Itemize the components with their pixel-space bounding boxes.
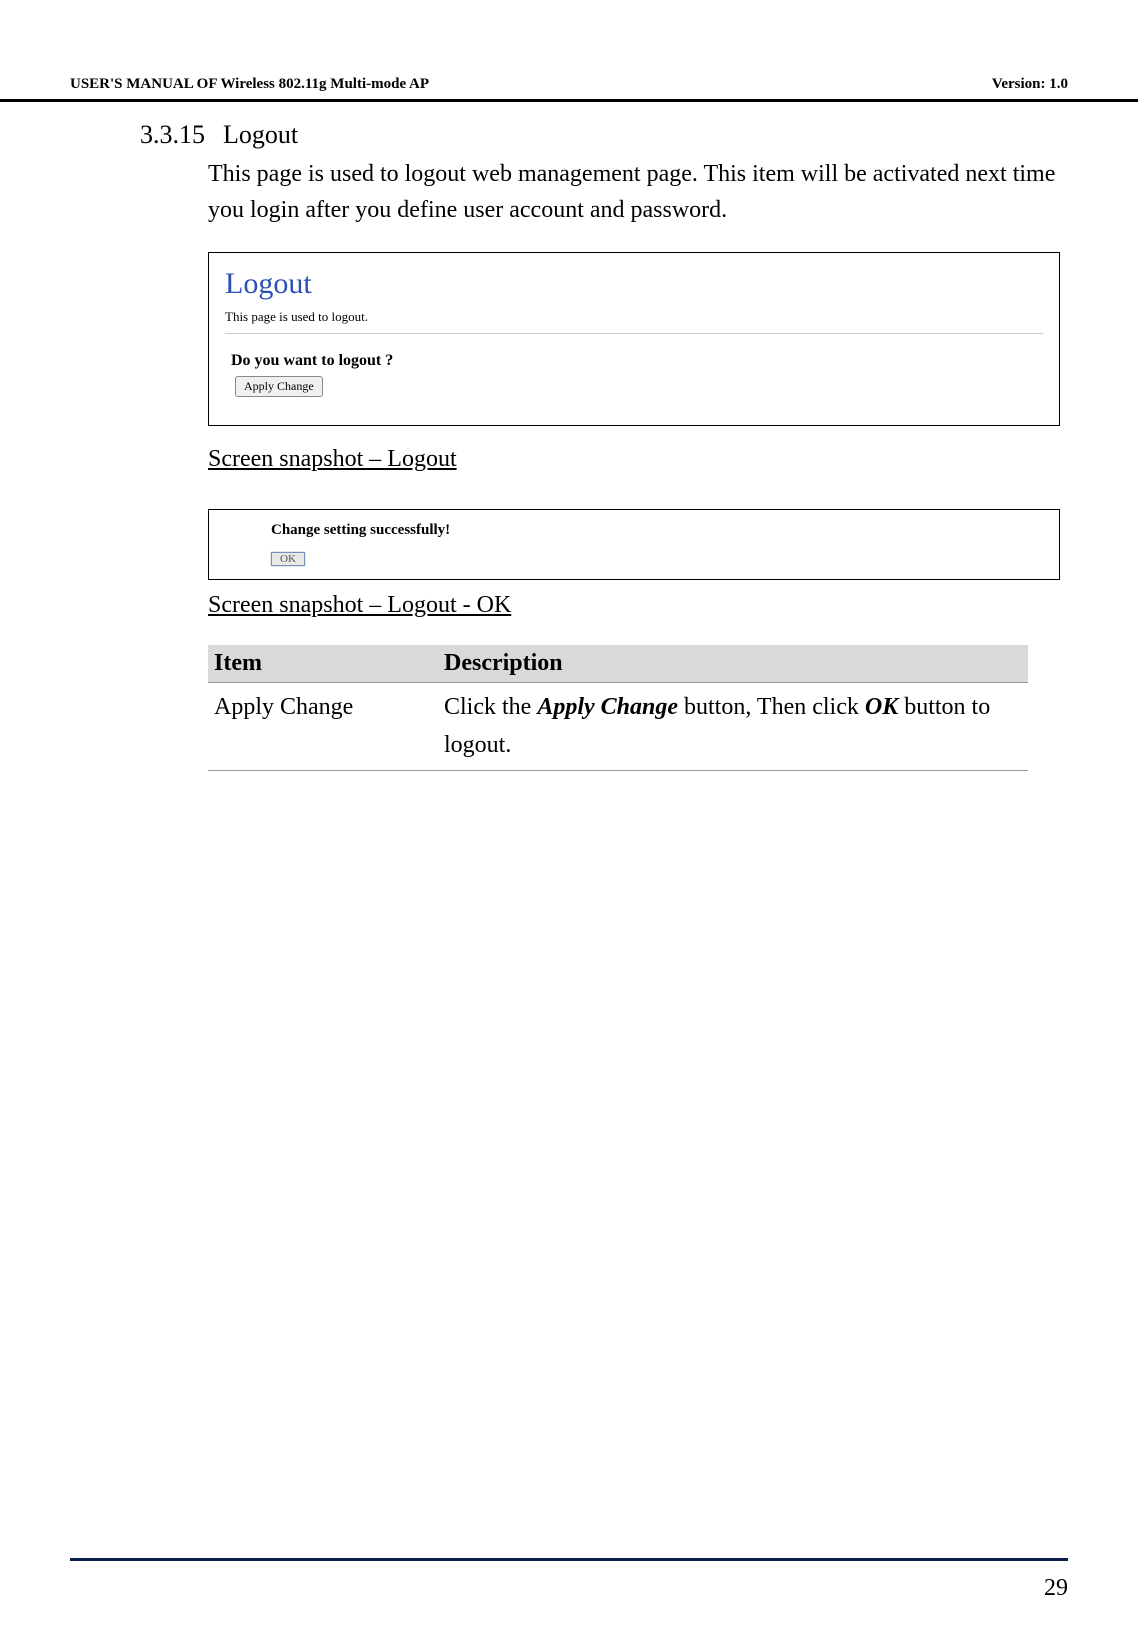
description-table: Item Description Apply Change Click the …: [208, 645, 1028, 771]
success-message: Change setting successfully!: [271, 522, 1045, 539]
divider: [225, 333, 1043, 334]
page-header: USER'S MANUAL OF Wireless 802.11g Multi-…: [0, 0, 1138, 102]
table-row: Apply Change Click the Apply Change butt…: [208, 683, 1028, 771]
table-header-row: Item Description: [208, 645, 1028, 683]
screenshot-logout-ok: Change setting successfully! OK: [208, 509, 1060, 580]
section-number: 3.3.15: [140, 120, 205, 150]
caption-logout: Screen snapshot – Logout: [208, 446, 1060, 473]
logout-question: Do you want to logout ?: [225, 352, 1043, 370]
caption-logout-ok: Screen snapshot – Logout - OK: [208, 592, 1060, 619]
screenshot-logout: Logout This page is used to logout. Do y…: [208, 252, 1060, 426]
header-title-left: USER'S MANUAL OF Wireless 802.11g Multi-…: [70, 76, 429, 93]
logout-heading: Logout: [225, 267, 1043, 301]
header-title-right: Version: 1.0: [992, 76, 1068, 93]
cell-item: Apply Change: [208, 683, 438, 771]
page-number: 29: [1044, 1575, 1068, 1601]
section-title: Logout: [223, 120, 298, 150]
logout-subtitle: This page is used to logout.: [225, 309, 1043, 325]
desc-text: Click the: [444, 694, 537, 720]
section-body: This page is used to logout web manageme…: [208, 156, 1060, 228]
apply-change-button[interactable]: Apply Change: [235, 376, 323, 397]
content-area: 3.3.15 Logout This page is used to logou…: [0, 120, 1138, 771]
th-description: Description: [438, 645, 1028, 683]
th-item: Item: [208, 645, 438, 683]
desc-em: OK: [865, 694, 898, 720]
desc-em: Apply Change: [537, 694, 678, 720]
desc-text: button, Then click: [678, 694, 865, 720]
cell-description: Click the Apply Change button, Then clic…: [438, 683, 1028, 771]
section-heading: 3.3.15 Logout: [140, 120, 1060, 150]
ok-button[interactable]: OK: [271, 552, 305, 566]
page-footer: 29: [70, 1558, 1068, 1602]
